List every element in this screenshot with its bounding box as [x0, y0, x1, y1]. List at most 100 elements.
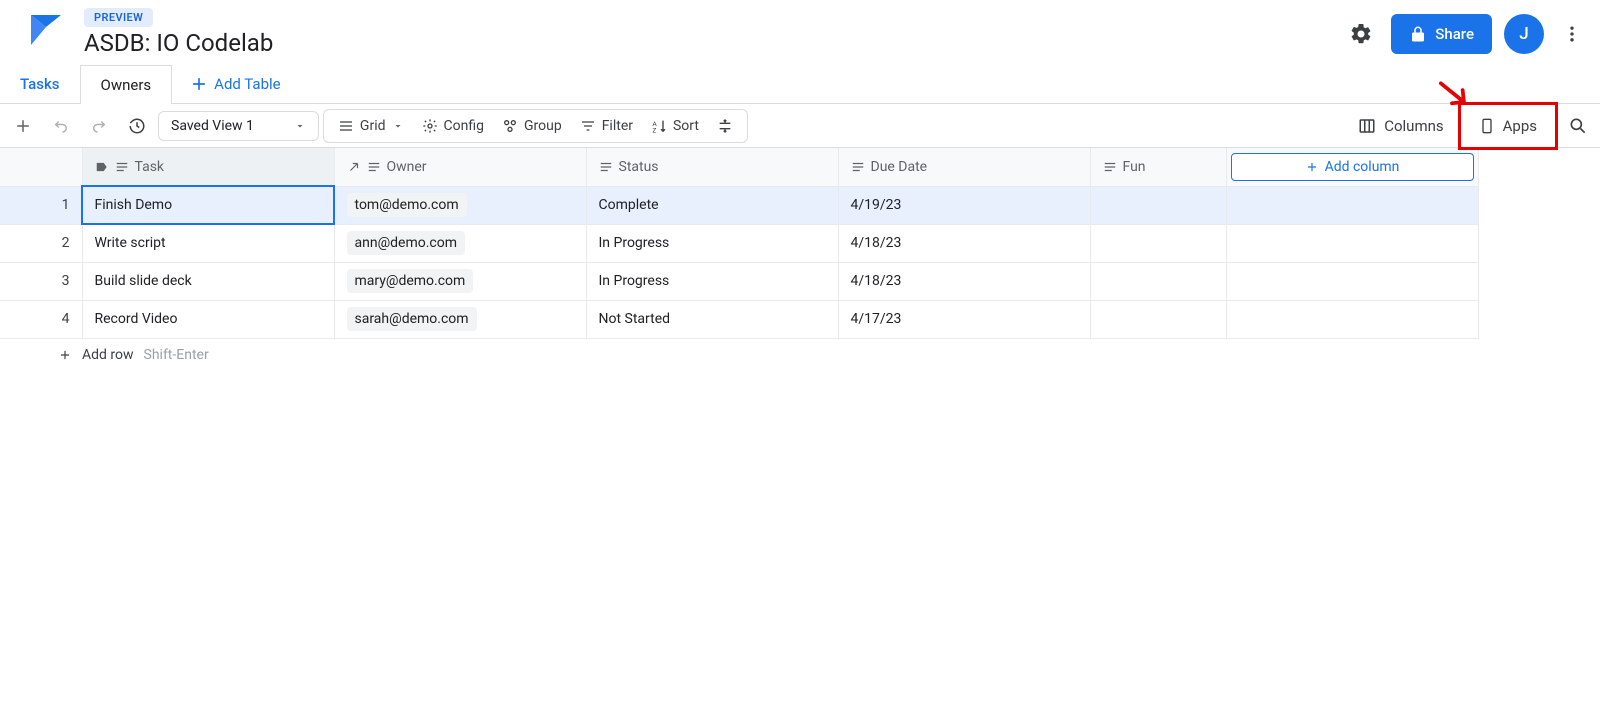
cell-due[interactable]: 4/18/23	[838, 262, 1090, 300]
group-icon	[502, 118, 518, 134]
apps-button[interactable]: Apps	[1469, 109, 1547, 143]
cell-status[interactable]: Not Started	[586, 300, 838, 338]
preview-badge: PREVIEW	[84, 8, 153, 27]
text-icon	[1103, 160, 1117, 174]
share-button[interactable]: Share	[1391, 14, 1492, 54]
add-row-button[interactable]: Add row Shift-Enter	[0, 339, 1600, 371]
sort-button[interactable]: AZ Sort	[643, 112, 707, 140]
apps-highlight-annotation: Apps	[1458, 102, 1558, 150]
cell-due[interactable]: 4/19/23	[838, 186, 1090, 224]
share-label: Share	[1435, 25, 1474, 43]
row-number: 4	[0, 300, 82, 338]
column-header-fun[interactable]: Fun	[1090, 148, 1226, 186]
row-height-icon	[717, 118, 733, 134]
row-height-button[interactable]	[709, 112, 741, 140]
cell-fun[interactable]	[1090, 186, 1226, 224]
plus-icon	[1305, 160, 1319, 174]
columns-button[interactable]: Columns	[1348, 111, 1453, 141]
column-header-due[interactable]: Due Date	[838, 148, 1090, 186]
settings-button[interactable]	[1343, 16, 1379, 52]
text-icon	[851, 160, 865, 174]
cell-fun[interactable]	[1090, 224, 1226, 262]
gear-icon	[422, 118, 438, 134]
cell-due[interactable]: 4/18/23	[838, 224, 1090, 262]
more-button[interactable]	[1556, 18, 1588, 50]
cell-empty	[1226, 224, 1478, 262]
text-icon	[367, 160, 381, 174]
column-header-status[interactable]: Status	[586, 148, 838, 186]
plus-icon	[14, 117, 32, 135]
cell-task[interactable]: Record Video	[82, 300, 334, 338]
app-logo	[28, 12, 64, 48]
gear-icon	[1349, 22, 1373, 46]
cell-empty	[1226, 300, 1478, 338]
table-row[interactable]: 2 Write script ann@demo.com In Progress …	[0, 224, 1478, 262]
cell-task[interactable]: Finish Demo	[82, 186, 334, 224]
table-row[interactable]: 1 Finish Demo tom@demo.com Complete 4/19…	[0, 186, 1478, 224]
cell-fun[interactable]	[1090, 262, 1226, 300]
add-row-label: Add row	[82, 347, 134, 363]
tab-owners[interactable]: Owners	[81, 65, 173, 104]
row-number: 3	[0, 262, 82, 300]
undo-button[interactable]	[44, 111, 78, 141]
cell-status[interactable]: In Progress	[586, 224, 838, 262]
text-icon	[599, 160, 613, 174]
undo-icon	[52, 117, 70, 135]
column-header-task[interactable]: Task	[82, 148, 334, 186]
cell-fun[interactable]	[1090, 300, 1226, 338]
svg-text:Z: Z	[652, 126, 656, 133]
cell-task[interactable]: Build slide deck	[82, 262, 334, 300]
search-icon	[1568, 116, 1588, 136]
filter-icon	[580, 118, 596, 134]
chevron-down-icon	[294, 120, 306, 132]
text-icon	[115, 160, 129, 174]
cell-status[interactable]: In Progress	[586, 262, 838, 300]
column-header-owner[interactable]: Owner	[334, 148, 586, 186]
columns-icon	[1358, 117, 1376, 135]
row-number: 2	[0, 224, 82, 262]
ref-arrow-icon	[347, 160, 361, 174]
table-row[interactable]: 3 Build slide deck mary@demo.com In Prog…	[0, 262, 1478, 300]
layout-grid-button[interactable]: Grid	[330, 112, 412, 140]
chevron-down-icon	[392, 120, 404, 132]
group-button[interactable]: Group	[494, 112, 570, 140]
more-vert-icon	[1562, 24, 1582, 44]
page-title: ASDB: IO Codelab	[84, 29, 273, 57]
lock-icon	[1409, 25, 1427, 43]
mobile-icon	[1479, 115, 1495, 137]
history-button[interactable]	[120, 111, 154, 141]
plus-icon	[58, 348, 72, 362]
plus-icon	[190, 75, 208, 93]
data-grid: Task Owner Status Due Date	[0, 148, 1600, 339]
config-button[interactable]: Config	[414, 112, 492, 140]
redo-button[interactable]	[82, 111, 116, 141]
cell-owner[interactable]: tom@demo.com	[334, 186, 586, 224]
add-button[interactable]	[6, 111, 40, 141]
add-table-button[interactable]: Add Table	[172, 65, 298, 103]
cell-empty	[1226, 186, 1478, 224]
cell-owner[interactable]: sarah@demo.com	[334, 300, 586, 338]
label-icon	[95, 160, 109, 174]
cell-owner[interactable]: mary@demo.com	[334, 262, 586, 300]
tab-tasks[interactable]: Tasks	[0, 65, 81, 103]
grid-lines-icon	[338, 118, 354, 134]
saved-view-selector[interactable]: Saved View 1	[158, 111, 319, 141]
avatar[interactable]: J	[1504, 14, 1544, 54]
column-header-add: Add column	[1226, 148, 1478, 186]
cell-task[interactable]: Write script	[82, 224, 334, 262]
view-toolbar: Saved View 1 Grid Config Group Filter AZ…	[0, 104, 1600, 148]
cell-status[interactable]: Complete	[586, 186, 838, 224]
app-header: PREVIEW ASDB: IO Codelab Share J	[0, 0, 1600, 65]
history-icon	[128, 117, 146, 135]
table-row[interactable]: 4 Record Video sarah@demo.com Not Starte…	[0, 300, 1478, 338]
row-number: 1	[0, 186, 82, 224]
cell-due[interactable]: 4/17/23	[838, 300, 1090, 338]
add-row-hint: Shift-Enter	[144, 347, 209, 363]
filter-button[interactable]: Filter	[572, 112, 641, 140]
search-button[interactable]	[1562, 110, 1594, 142]
tabs-bar: Tasks Owners Add Table	[0, 65, 1600, 104]
cell-owner[interactable]: ann@demo.com	[334, 224, 586, 262]
redo-icon	[90, 117, 108, 135]
add-column-button[interactable]: Add column	[1231, 153, 1474, 181]
sort-az-icon: AZ	[651, 118, 667, 134]
